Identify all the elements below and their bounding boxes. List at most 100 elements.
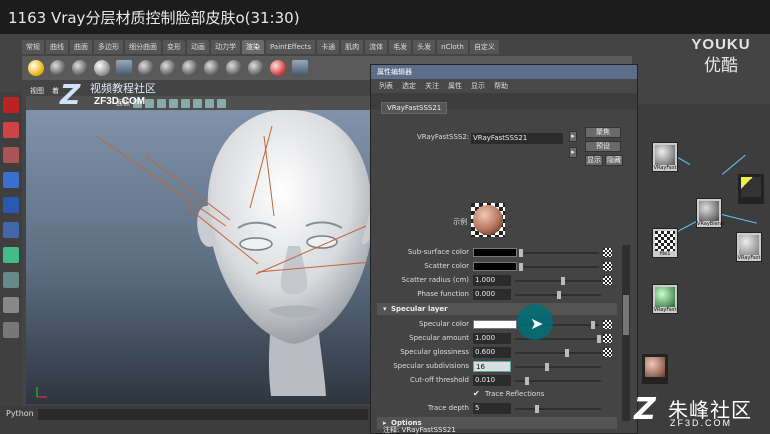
node-name-field[interactable]: VRayFastSSS21 bbox=[471, 133, 563, 144]
viewport-menu-shading[interactable]: 着 bbox=[52, 86, 59, 96]
layout-icon[interactable] bbox=[3, 272, 19, 288]
paint-select-icon[interactable] bbox=[3, 147, 19, 163]
attr-slider[interactable] bbox=[515, 291, 601, 299]
menu-list[interactable]: 列表 bbox=[379, 79, 393, 93]
lasso-tool-icon[interactable] bbox=[3, 122, 19, 138]
menu-selected[interactable]: 选定 bbox=[402, 79, 416, 93]
attr-slider[interactable] bbox=[515, 363, 601, 371]
map-button-icon[interactable] bbox=[603, 262, 612, 271]
sphere-icon[interactable] bbox=[50, 60, 66, 76]
node-down-icon[interactable]: ▸ bbox=[569, 147, 577, 158]
color-swatch[interactable] bbox=[473, 262, 517, 271]
hs-node-brush[interactable] bbox=[738, 174, 764, 204]
slider-knob[interactable] bbox=[545, 363, 549, 371]
menu-help[interactable]: 帮助 bbox=[494, 79, 508, 93]
texture-icon[interactable] bbox=[181, 98, 190, 108]
slider-knob[interactable] bbox=[565, 349, 569, 357]
shelf-tab[interactable]: 细分曲面 bbox=[125, 40, 161, 54]
shelf-tab[interactable]: 变形 bbox=[163, 40, 185, 54]
color-swatch[interactable] bbox=[473, 248, 517, 257]
manipulator-icon[interactable] bbox=[3, 247, 19, 263]
layout-grid-icon[interactable] bbox=[3, 322, 19, 338]
sphere-icon[interactable] bbox=[72, 60, 88, 76]
node-up-icon[interactable]: ▸ bbox=[569, 131, 577, 142]
map-button-icon[interactable] bbox=[603, 248, 612, 257]
hide-button[interactable]: 隐藏 bbox=[605, 155, 623, 166]
slider-knob[interactable] bbox=[525, 377, 529, 385]
shaded-icon[interactable] bbox=[169, 98, 178, 108]
menu-show[interactable]: 显示 bbox=[471, 79, 485, 93]
attr-value-field[interactable]: 0.010 bbox=[473, 375, 511, 386]
menu-attributes[interactable]: 属性 bbox=[448, 79, 462, 93]
render-icon[interactable] bbox=[94, 60, 110, 76]
scrollbar-thumb[interactable] bbox=[623, 295, 629, 335]
preset-button[interactable]: 预设 bbox=[585, 141, 621, 152]
light-icon[interactable] bbox=[28, 60, 44, 76]
hs-node-skin[interactable] bbox=[642, 354, 668, 384]
shelf-tab[interactable]: 曲线 bbox=[46, 40, 68, 54]
map-button-icon[interactable] bbox=[603, 320, 612, 329]
hs-node-vrayfast[interactable]: VRayFast bbox=[652, 142, 678, 172]
shelf-tab[interactable]: 多边形 bbox=[94, 40, 123, 54]
focus-button[interactable]: 聚焦 bbox=[585, 127, 621, 138]
section-specular-layer[interactable]: ▾ Specular layer bbox=[377, 303, 617, 315]
shelf-tab[interactable]: 肌肉 bbox=[341, 40, 364, 54]
attr-value-field[interactable]: 5 bbox=[473, 403, 511, 414]
hs-node-file1[interactable]: file1 bbox=[652, 228, 678, 258]
show-button[interactable]: 显示 bbox=[585, 155, 603, 166]
material-sphere-icon[interactable] bbox=[248, 60, 264, 76]
hs-node-vrayblend[interactable]: VRayBlend bbox=[696, 198, 724, 228]
slider-knob[interactable] bbox=[519, 249, 523, 257]
texture-icon[interactable] bbox=[292, 60, 308, 76]
color-sphere-icon[interactable] bbox=[270, 60, 286, 76]
menu-focus[interactable]: 关注 bbox=[425, 79, 439, 93]
attr-slider[interactable] bbox=[515, 405, 601, 413]
hs-node-vrayfast-2[interactable]: VRayFast bbox=[736, 232, 762, 262]
move-tool-icon[interactable] bbox=[3, 172, 19, 188]
map-button-icon[interactable] bbox=[603, 348, 612, 357]
shelf-tab[interactable]: 曲面 bbox=[70, 40, 92, 54]
shelf-tab[interactable]: 卡通 bbox=[317, 40, 340, 54]
hs-node-vrayfast-3[interactable]: VRayFast bbox=[652, 284, 678, 314]
color-swatch[interactable] bbox=[473, 320, 517, 329]
checkbox-icon[interactable]: ✔ bbox=[473, 390, 481, 398]
attr-value-field[interactable]: 16 bbox=[473, 361, 511, 372]
shelf-tab[interactable]: 头发 bbox=[413, 40, 436, 54]
shelf-tab[interactable]: 渲染 bbox=[242, 40, 264, 54]
shelf-tab[interactable]: 动力学 bbox=[211, 40, 240, 54]
material-sphere-icon[interactable] bbox=[160, 60, 176, 76]
attr-slider[interactable] bbox=[515, 349, 601, 357]
map-button-icon[interactable] bbox=[603, 334, 612, 343]
attr-value-field[interactable]: 1.000 bbox=[473, 275, 511, 286]
attr-slider[interactable] bbox=[519, 263, 599, 271]
attr-slider[interactable] bbox=[519, 249, 599, 257]
slider-knob[interactable] bbox=[591, 321, 595, 329]
light-icon[interactable] bbox=[193, 98, 202, 108]
shelf-tab[interactable]: nCloth bbox=[437, 40, 468, 54]
attr-slider[interactable] bbox=[515, 277, 601, 285]
xray-icon[interactable] bbox=[217, 98, 226, 108]
shadow-icon[interactable] bbox=[205, 98, 214, 108]
attr-slider[interactable] bbox=[515, 377, 601, 385]
attr-value-field[interactable]: 0.600 bbox=[473, 347, 511, 358]
attribute-scrollbar[interactable] bbox=[622, 245, 630, 421]
attr-value-field[interactable]: 1.000 bbox=[473, 333, 511, 344]
material-sphere-icon[interactable] bbox=[226, 60, 242, 76]
notes-field[interactable]: 注释: VRayFastSSS21 bbox=[371, 425, 639, 434]
map-button-icon[interactable] bbox=[603, 276, 612, 285]
slider-knob[interactable] bbox=[597, 335, 601, 343]
hypershade-graph[interactable]: VRayFast VRayBlend file1 VRayFast VRayFa… bbox=[638, 104, 770, 434]
shelf-tab[interactable]: 常规 bbox=[22, 40, 44, 54]
material-sphere-icon[interactable] bbox=[138, 60, 154, 76]
material-sphere-icon[interactable] bbox=[182, 60, 198, 76]
rotate-tool-icon[interactable] bbox=[3, 197, 19, 213]
slider-knob[interactable] bbox=[519, 263, 523, 271]
shelf-tab[interactable]: 自定义 bbox=[469, 40, 499, 54]
viewport-3d[interactable] bbox=[26, 96, 376, 404]
shelf-tab[interactable]: 动画 bbox=[187, 40, 209, 54]
material-sphere-icon[interactable] bbox=[204, 60, 220, 76]
viewport-menu-view[interactable]: 视图 bbox=[30, 86, 44, 96]
layout-single-icon[interactable] bbox=[3, 297, 19, 313]
shelf-tab[interactable]: 毛发 bbox=[389, 40, 412, 54]
tab-vrayfastsss21[interactable]: VRayFastSSS21 bbox=[381, 102, 448, 114]
